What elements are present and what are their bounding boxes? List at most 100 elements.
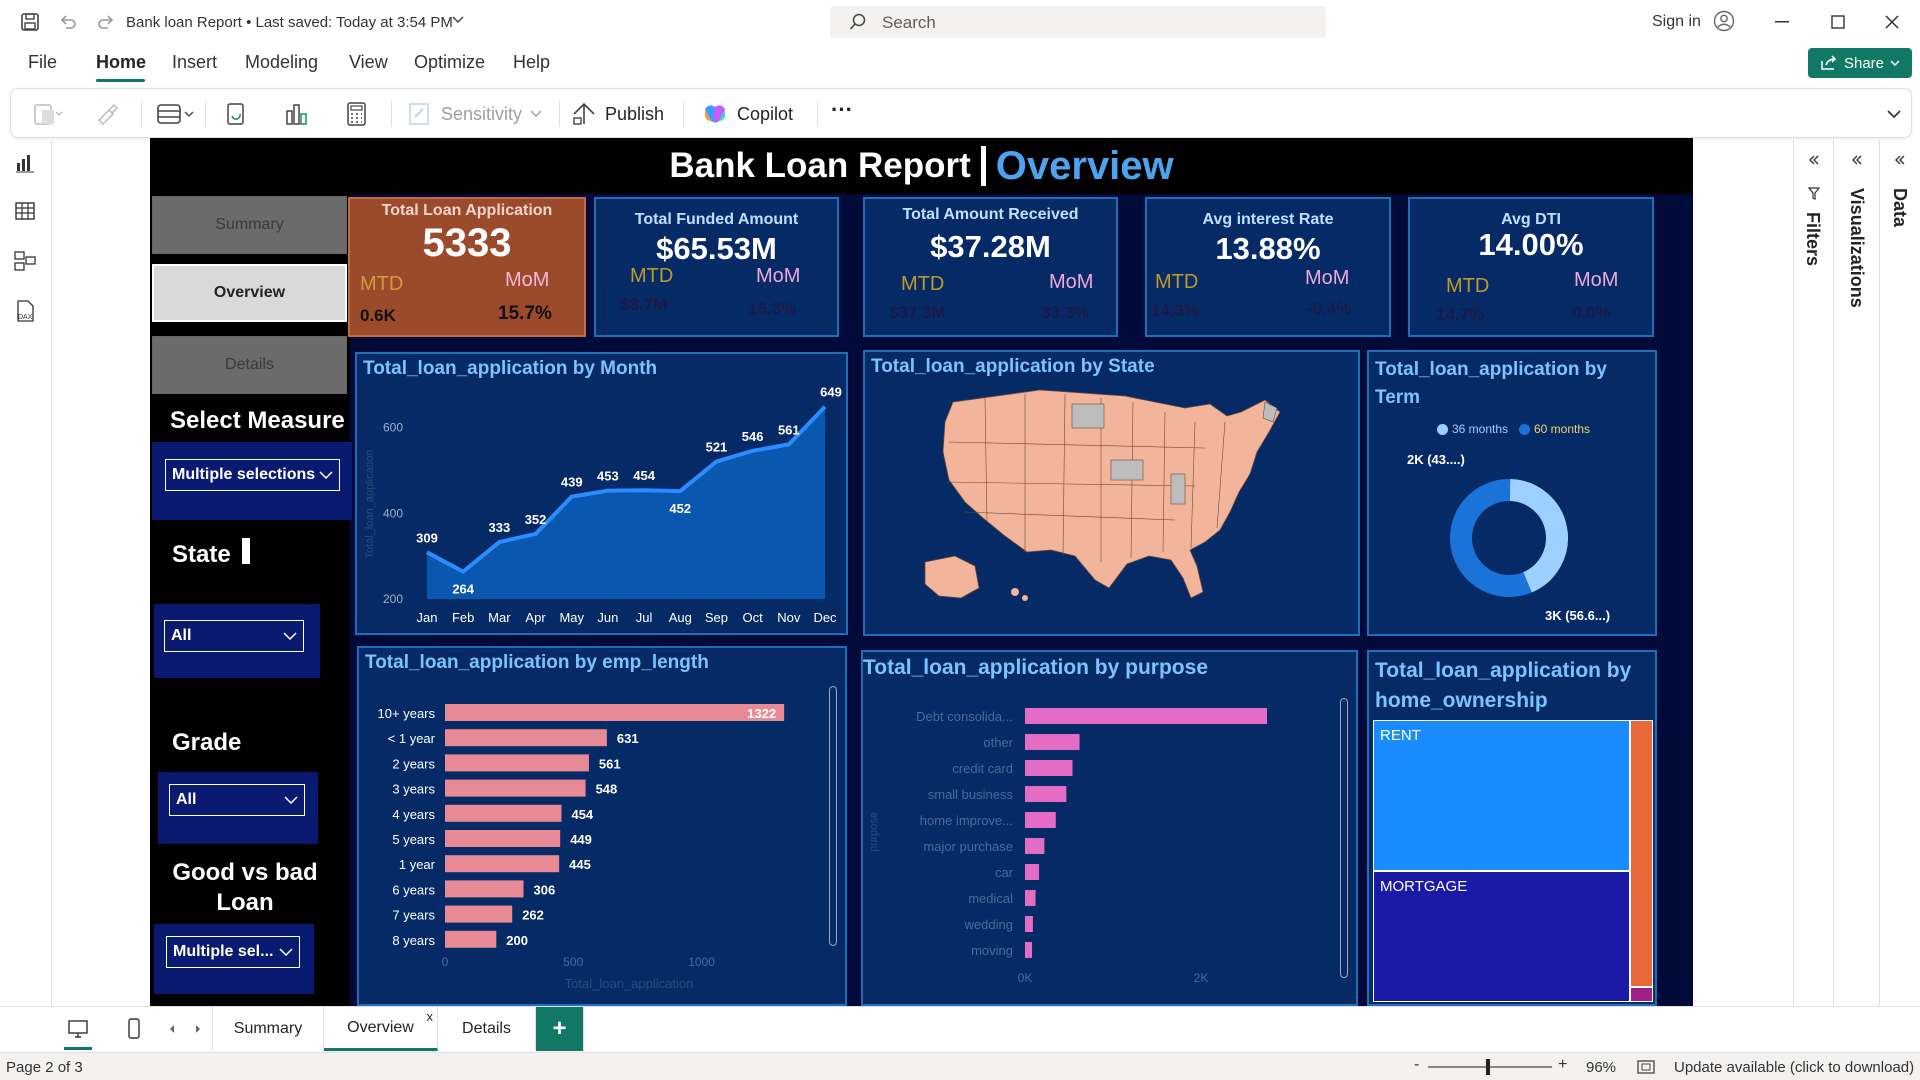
treemap-cell-own[interactable]: [1629, 720, 1653, 988]
more-options-button[interactable]: ···: [831, 95, 853, 125]
desktop-layout-icon[interactable]: [64, 1015, 92, 1043]
visualizations-label: Visualizations: [1847, 188, 1867, 308]
kpi-card-total-loan-application[interactable]: Total Loan Application 5333 MTD MoM 0.6K…: [348, 197, 586, 337]
data-label: 262: [522, 908, 544, 923]
y-tick-label: 200: [383, 592, 403, 606]
expand-filters-icon[interactable]: [1804, 150, 1824, 170]
menu-file[interactable]: File: [28, 52, 57, 73]
sign-in-link[interactable]: Sign in: [1652, 13, 1701, 31]
report-view-icon[interactable]: [12, 150, 38, 176]
share-label: Share: [1843, 54, 1885, 72]
kpi-card-total-funded-amount[interactable]: Total Funded Amount $65.53M MTD MoM $8.7…: [594, 197, 839, 337]
menu-optimize[interactable]: Optimize: [414, 52, 485, 73]
table-view-icon[interactable]: [12, 198, 38, 224]
visualizations-pane[interactable]: Visualizations: [1833, 140, 1879, 1006]
zoom-slider-thumb[interactable]: [1486, 1059, 1490, 1075]
state-map-panel[interactable]: Total_loan_application by State: [863, 350, 1360, 636]
month-chart-panel[interactable]: Total_loan_application by Month 200 400 60…: [355, 352, 848, 635]
page-tab-overview[interactable]: Overview x: [324, 1007, 438, 1051]
publish-button[interactable]: Publish: [571, 99, 664, 129]
x-tick-label: Feb: [452, 610, 474, 625]
treemap-cell-other[interactable]: [1629, 987, 1653, 1002]
treemap-cell-rent[interactable]: RENT: [1373, 720, 1630, 872]
document-title[interactable]: Bank loan Report • Last saved: Today at …: [126, 14, 453, 31]
next-page-icon[interactable]: [190, 1021, 206, 1037]
save-icon[interactable]: [18, 10, 42, 34]
zoom-out-icon[interactable]: -: [1414, 1056, 1419, 1074]
maximize-icon[interactable]: [1826, 10, 1850, 34]
dax-query-view-icon[interactable]: DAX: [12, 298, 38, 324]
data-label: 631: [617, 731, 639, 746]
undo-icon[interactable]: [56, 10, 80, 34]
collapse-ribbon-icon[interactable]: [1883, 103, 1905, 125]
user-icon[interactable]: [1712, 9, 1736, 33]
filters-pane[interactable]: Filters: [1793, 140, 1833, 1006]
nav-overview-button[interactable]: Overview: [152, 264, 347, 322]
copilot-button[interactable]: Copilot: [701, 99, 793, 129]
zoom-level[interactable]: 96%: [1586, 1059, 1616, 1076]
menu-view[interactable]: View: [349, 52, 388, 73]
kpi-card-avg-dti[interactable]: Avg DTI 14.00% MTD MoM 14.7% 0.0%: [1408, 197, 1654, 337]
data-pane[interactable]: Data: [1879, 140, 1920, 1006]
card-mom-label: MoM: [505, 269, 550, 291]
home-ownership-panel[interactable]: Total_loan_application by home_ownership…: [1367, 650, 1657, 1006]
measure-dropdown[interactable]: Multiple selections: [165, 459, 340, 491]
purpose-panel[interactable]: Total_loan_application by purpose purpos…: [861, 650, 1358, 1006]
kpi-card-total-amount-received[interactable]: Total Amount Received $37.28M MTD MoM $3…: [863, 197, 1118, 337]
expand-data-icon[interactable]: [1890, 150, 1910, 170]
nav-details-button[interactable]: Details: [152, 336, 347, 394]
x-tick-label: May: [559, 610, 584, 625]
state-dropdown[interactable]: All: [164, 620, 304, 652]
data-label: 1322: [747, 706, 776, 721]
nav-summary-button[interactable]: Summary: [152, 196, 347, 254]
zoom-slider[interactable]: [1428, 1059, 1552, 1075]
model-view-icon[interactable]: [12, 248, 38, 274]
expand-visualizations-icon[interactable]: [1847, 150, 1867, 170]
new-visual-button[interactable]: [283, 99, 309, 129]
kpi-card-avg-interest-rate[interactable]: Avg interest Rate 13.88% MTD MoM 14.3% -…: [1145, 197, 1391, 337]
menu-help[interactable]: Help: [513, 52, 550, 73]
page-tab-summary[interactable]: Summary: [212, 1007, 324, 1051]
mobile-layout-icon[interactable]: [120, 1015, 148, 1043]
get-data-button[interactable]: [155, 99, 195, 129]
redo-icon[interactable]: [94, 10, 118, 34]
minimize-icon[interactable]: [1770, 10, 1794, 34]
good-bad-dropdown[interactable]: Multiple sel...: [166, 936, 300, 968]
emp-length-panel[interactable]: Total_loan_application by emp_length 10+…: [357, 646, 847, 1006]
menu-modeling[interactable]: Modeling: [245, 52, 318, 73]
grade-dropdown[interactable]: All: [169, 784, 305, 816]
bar: [1025, 812, 1056, 828]
add-page-button[interactable]: +: [536, 1007, 584, 1051]
emp-scrollbar[interactable]: [829, 686, 837, 946]
purpose-scrollbar[interactable]: [1340, 698, 1348, 978]
fit-to-page-icon[interactable]: [1636, 1057, 1656, 1077]
page-tab-details[interactable]: Details: [438, 1007, 536, 1051]
view-switcher-rail: DAX: [0, 140, 52, 1010]
term-donut-panel[interactable]: Total_loan_application by Term 36 months…: [1367, 350, 1657, 636]
chevron-down-icon: [1890, 60, 1900, 66]
category-label: moving: [971, 943, 1013, 958]
chevron-down-icon[interactable]: [450, 12, 466, 28]
sensitivity-label: Sensitivity: [441, 103, 523, 124]
share-button[interactable]: Share: [1808, 48, 1912, 78]
new-measure-button[interactable]: [345, 99, 369, 129]
close-tab-icon[interactable]: x: [427, 1009, 434, 1024]
chevron-down-icon: [530, 110, 542, 117]
menu-insert[interactable]: Insert: [172, 52, 217, 73]
menu-home[interactable]: Home: [96, 52, 146, 73]
copilot-label: Copilot: [737, 103, 794, 124]
zoom-in-icon[interactable]: +: [1558, 1056, 1567, 1074]
search-box[interactable]: Search: [830, 6, 1326, 38]
update-notice[interactable]: Update available (click to download): [1674, 1059, 1914, 1076]
format-painter-button[interactable]: [95, 99, 119, 129]
y-tick-label: 400: [383, 506, 403, 520]
prev-page-icon[interactable]: [164, 1021, 180, 1037]
data-label: 561: [778, 422, 800, 437]
paste-button[interactable]: [33, 99, 63, 129]
sensitivity-button[interactable]: Sensitivity: [407, 99, 542, 129]
treemap-cell-mortgage[interactable]: MORTGAGE: [1373, 871, 1630, 1002]
chevron-down-icon: [319, 471, 333, 479]
bar: [1025, 734, 1080, 750]
close-icon[interactable]: [1880, 10, 1904, 34]
refresh-button[interactable]: [223, 99, 249, 129]
